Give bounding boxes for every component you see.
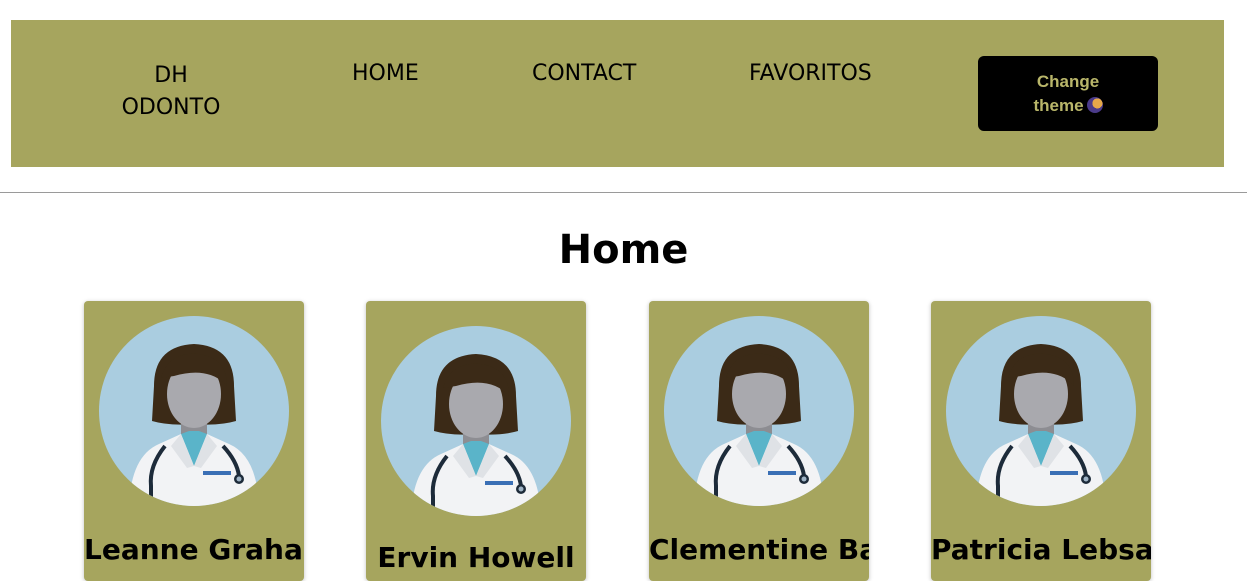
brand-line-2: ODONTO [121,95,221,120]
nav-link-contact[interactable]: CONTACT [532,60,636,88]
dentist-name: Patricia Lebsack [931,533,1151,566]
change-theme-label-1: Change [1036,71,1100,91]
nav-link-home[interactable]: HOME [352,60,419,88]
nav-link-favoritos[interactable]: FAVORITOS [749,60,872,88]
brand-line-1: DH [154,63,188,88]
page-title: Home [558,227,689,273]
dentist-card[interactable]: Ervin Howell [366,301,586,581]
moon-icon [1086,96,1103,113]
navbar: DH ODONTO HOME CONTACT FAVORITOS Change … [11,20,1224,167]
doctor-avatar-image [381,326,571,516]
brand-logo[interactable]: DH ODONTO [111,60,231,124]
change-theme-line-2: theme [1033,94,1103,118]
dentist-card[interactable]: Patricia Lebsack [931,301,1151,581]
dentist-card[interactable]: Leanne Graham [84,301,304,581]
dentist-name: Ervin Howell [377,541,575,574]
doctor-avatar-image [946,316,1136,506]
dentist-name: Leanne Graham [84,533,304,566]
change-theme-label-2: theme [1033,95,1084,115]
doctor-avatar-image [664,316,854,506]
change-theme-button[interactable]: Change theme [978,56,1158,131]
doctor-avatar-image [99,316,289,506]
dentist-name: Clementine Bauch [649,533,869,566]
header-divider [0,192,1247,193]
dentist-card[interactable]: Clementine Bauch [649,301,869,581]
